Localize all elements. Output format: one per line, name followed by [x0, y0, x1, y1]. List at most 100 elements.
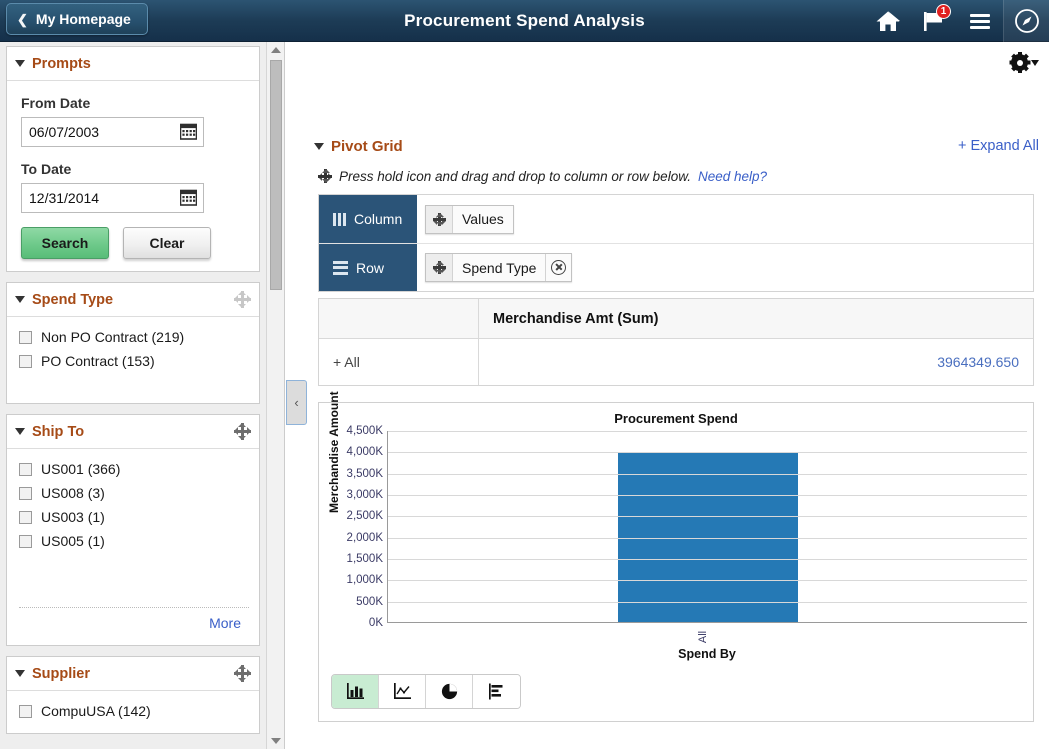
home-icon[interactable]	[865, 0, 911, 42]
from-date-input[interactable]	[21, 117, 204, 147]
remove-circle-icon[interactable]	[545, 254, 572, 281]
chart-x-tick-labels: All	[387, 627, 1027, 645]
checkbox[interactable]	[19, 354, 32, 368]
list-item-label: CompuUSA (142)	[41, 703, 151, 719]
chart-y-tick-label: 4,000K	[346, 446, 383, 459]
prompts-panel-header[interactable]: Prompts	[7, 47, 259, 81]
actions-compass-icon[interactable]	[1003, 0, 1049, 42]
list-item-label: US001 (366)	[41, 461, 121, 477]
drag-move-icon[interactable]	[426, 205, 453, 233]
list-item[interactable]: US003 (1)	[19, 505, 249, 529]
drag-move-icon[interactable]	[234, 423, 251, 440]
to-date-field-wrap	[21, 183, 204, 213]
row-layout-icon	[333, 258, 348, 277]
clear-button[interactable]: Clear	[123, 227, 211, 259]
chart-gridline	[388, 431, 1027, 432]
scrollbar-thumb[interactable]	[270, 60, 282, 290]
list-item[interactable]: Non PO Contract (219)	[19, 325, 249, 349]
facet-header-spend-type[interactable]: Spend Type	[7, 283, 259, 317]
facet-header-ship-to[interactable]: Ship To	[7, 415, 259, 449]
dropzone-row-area[interactable]: Spend Type	[417, 244, 1033, 291]
chart-title: Procurement Spend	[614, 411, 738, 426]
list-item[interactable]: CompuUSA (142)	[19, 699, 249, 723]
notification-count-badge: 1	[936, 4, 951, 19]
list-item[interactable]: US005 (1)	[19, 529, 249, 553]
checkbox[interactable]	[19, 486, 32, 500]
hamburger-icon	[970, 11, 990, 32]
sidebar-collapse-handle[interactable]: ‹	[286, 380, 307, 425]
calendar-icon[interactable]	[179, 189, 198, 206]
table-row-label-all[interactable]: + All	[319, 339, 479, 385]
pivot-chip-values[interactable]: Values	[425, 204, 514, 234]
nav-menu-icon[interactable]	[957, 0, 1003, 42]
pivot-grid-header[interactable]: Pivot Grid	[314, 138, 403, 155]
list-item-label: Non PO Contract (219)	[41, 329, 185, 345]
dropzone-row[interactable]: Row Spend Type	[319, 243, 1033, 291]
chart-plot-area	[387, 431, 1027, 623]
list-item[interactable]: US008 (3)	[19, 481, 249, 505]
collapse-triangle-icon[interactable]	[314, 143, 324, 150]
to-date-input[interactable]	[21, 183, 204, 213]
expand-all-link[interactable]: + Expand All	[958, 138, 1039, 154]
chart-gridline	[388, 473, 1027, 475]
sidebar-scrollbar[interactable]	[266, 42, 284, 749]
chart-gridline	[388, 516, 1027, 518]
chart-x-axis-label: Spend By	[678, 647, 736, 661]
app-header: ❮ My Homepage Procurement Spend Analysis…	[0, 0, 1049, 42]
table-cell-value[interactable]: 3964349.650	[479, 339, 1033, 385]
chart-y-tick-label: 1,000K	[346, 574, 383, 587]
checkbox[interactable]	[19, 704, 32, 718]
back-to-homepage-button[interactable]: ❮ My Homepage	[6, 3, 148, 35]
main-content: Pivot Grid + Expand All Press hold icon …	[286, 42, 1049, 749]
chart-y-tick-label: 3,000K	[346, 489, 383, 501]
collapse-triangle-icon[interactable]	[15, 296, 25, 303]
calendar-icon[interactable]	[179, 123, 198, 140]
checkbox[interactable]	[19, 534, 32, 548]
facet-list-ship-to: US001 (366) US008 (3) US003 (1) US005 (1…	[7, 449, 259, 645]
collapse-triangle-icon[interactable]	[15, 670, 25, 677]
scroll-up-arrow-icon[interactable]	[267, 42, 284, 58]
dropzone-column[interactable]: Column Values	[319, 195, 1033, 243]
drag-move-icon[interactable]	[426, 254, 453, 281]
show-more-link[interactable]: More	[19, 608, 249, 635]
pivot-chip-spend-type[interactable]: Spend Type	[425, 253, 573, 282]
prompts-panel-title: Prompts	[32, 55, 91, 72]
prompts-panel-body: From Date 06/07/2003 To Date 12/31/2014 …	[7, 81, 259, 271]
chart-type-bar[interactable]	[332, 675, 379, 708]
need-help-link[interactable]: Need help?	[698, 169, 767, 184]
checkbox[interactable]	[19, 462, 32, 476]
pivot-result-table: Merchandise Amt (Sum) + All 3964349.650	[318, 298, 1034, 386]
pivot-chip-label: Spend Type	[453, 254, 546, 281]
sidebar-content: Prompts From Date 06/07/2003 To Date 12/…	[0, 42, 266, 749]
chart-type-hbar[interactable]	[473, 675, 520, 708]
to-date-label: To Date	[21, 161, 72, 177]
list-item[interactable]: US001 (366)	[19, 457, 249, 481]
notifications-flag-icon[interactable]: 1	[911, 0, 957, 42]
chart-type-line[interactable]	[379, 675, 426, 708]
facet-header-supplier[interactable]: Supplier	[7, 657, 259, 691]
checkbox[interactable]	[19, 510, 32, 524]
from-date-field-wrap	[21, 117, 204, 147]
chart-y-tick-label: 2,500K	[346, 510, 383, 523]
chart-gridline	[388, 559, 1027, 560]
chart-type-pie[interactable]	[426, 675, 473, 708]
list-item-label: PO Contract (153)	[41, 353, 155, 369]
chart-y-tick-label: 2,000K	[346, 531, 383, 544]
facet-list-spend-type: Non PO Contract (219) PO Contract (153)	[7, 317, 259, 403]
drag-move-icon[interactable]	[234, 665, 251, 682]
checkbox[interactable]	[19, 330, 32, 344]
table-column-header-merchandise-amt: Merchandise Amt (Sum)	[493, 310, 659, 327]
dropzone-column-area[interactable]: Values	[417, 195, 1033, 243]
dropzone-column-label-wrap: Column	[319, 195, 417, 243]
header-icon-group: 1	[865, 0, 1049, 42]
list-item[interactable]: PO Contract (153)	[19, 349, 249, 373]
search-button[interactable]: Search	[21, 227, 109, 259]
collapse-triangle-icon[interactable]	[15, 428, 25, 435]
collapse-triangle-icon[interactable]	[15, 60, 25, 67]
drag-move-icon[interactable]	[234, 291, 251, 308]
settings-gear-button[interactable]	[1009, 52, 1039, 73]
chart-gridline	[388, 580, 1027, 582]
chevron-left-icon: ❮	[17, 11, 28, 27]
scroll-down-arrow-icon[interactable]	[267, 733, 284, 749]
chart-gridline	[388, 495, 1027, 496]
